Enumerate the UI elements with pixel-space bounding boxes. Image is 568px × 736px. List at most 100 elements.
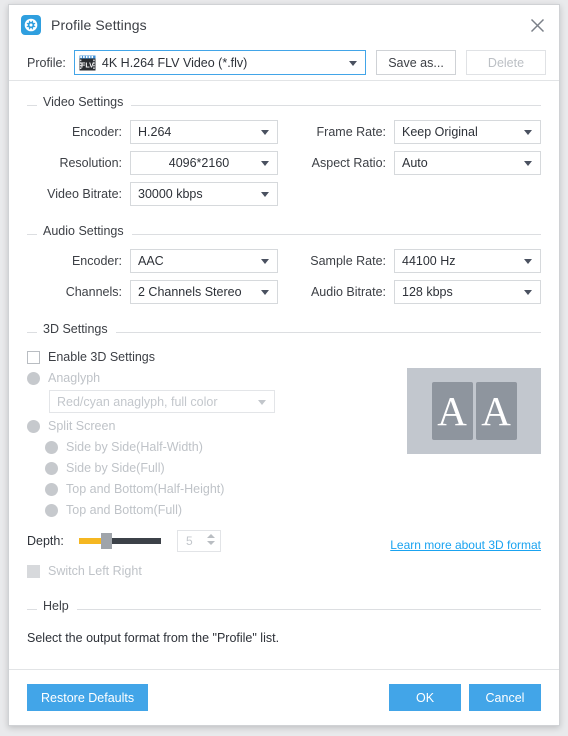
- video-bitrate-select[interactable]: 30000 kbps: [130, 182, 278, 206]
- split-screen-label: Split Screen: [48, 419, 116, 433]
- svg-text:FLV: FLV: [81, 62, 94, 69]
- field-label: Video Bitrate:: [47, 187, 122, 201]
- profile-selected-value: 4K H.264 FLV Video (*.flv): [101, 55, 248, 70]
- field-value: Keep Original: [402, 125, 478, 139]
- title-bar: Profile Settings: [9, 5, 559, 45]
- split-option-label: Side by Side(Full): [66, 461, 165, 475]
- split-option-row: Top and Bottom(Full): [27, 500, 541, 520]
- top-and-bottom-half-height-radio[interactable]: [45, 482, 58, 496]
- three-d-settings-legend-label: 3D Settings: [43, 322, 108, 336]
- audio-settings-group: Audio Settings Encoder: AAC Sample Rate:: [27, 224, 541, 304]
- form-row: Encoder: AAC Sample Rate: 44100 Hz: [27, 249, 541, 273]
- form-row: Channels: 2 Channels Stereo Audio Bitrat…: [27, 280, 541, 304]
- profile-bar: Profile: FLV 4K H.264 FLV Video (*.flv) …: [9, 45, 559, 81]
- chevron-down-icon: [261, 259, 269, 264]
- anaglyph-radio[interactable]: [27, 371, 40, 385]
- profile-select[interactable]: FLV 4K H.264 FLV Video (*.flv): [73, 50, 366, 75]
- stepper-arrows: [207, 534, 215, 545]
- dialog-footer: Restore Defaults OK Cancel: [9, 669, 559, 725]
- help-legend-label: Help: [43, 599, 69, 613]
- form-row: Resolution: 4096*2160 Aspect Ratio: Auto: [27, 151, 541, 175]
- split-option-label: Side by Side(Half-Width): [66, 440, 203, 454]
- page-title: Profile Settings: [51, 17, 147, 33]
- resolution-select[interactable]: 4096*2160: [130, 151, 278, 175]
- profile-label: Profile:: [27, 55, 66, 70]
- help-legend: Help: [27, 599, 541, 613]
- field-video-bitrate: Video Bitrate: 30000 kbps: [27, 182, 312, 206]
- field-label: Aspect Ratio:: [311, 156, 386, 170]
- top-and-bottom-full-radio[interactable]: [45, 503, 58, 517]
- flv-file-icon: FLV: [79, 55, 96, 71]
- film-reel-icon: [21, 15, 41, 35]
- split-option-row: Side by Side(Full): [27, 458, 541, 478]
- chevron-down-icon: [524, 290, 532, 295]
- field-value: 30000 kbps: [138, 187, 203, 201]
- slider-fill: [79, 538, 103, 544]
- anaglyph-select-value: Red/cyan anaglyph, full color: [57, 394, 218, 409]
- chevron-down-icon: [258, 399, 266, 405]
- side-by-side-full-radio[interactable]: [45, 461, 58, 475]
- split-screen-radio[interactable]: [27, 419, 40, 433]
- field-label: Encoder:: [71, 254, 122, 268]
- delete-button[interactable]: Delete: [466, 50, 546, 75]
- chevron-down-icon[interactable]: [207, 541, 215, 545]
- chevron-down-icon: [261, 290, 269, 295]
- aspect-ratio-select[interactable]: Auto: [394, 151, 541, 175]
- chevron-down-icon: [524, 259, 532, 264]
- help-group: Help Select the output format from the "…: [27, 599, 541, 645]
- learn-more-3d-link[interactable]: Learn more about 3D format: [390, 538, 541, 552]
- chevron-up-icon[interactable]: [207, 534, 215, 538]
- field-value: 2 Channels Stereo: [138, 285, 242, 299]
- field-value: 128 kbps: [402, 285, 453, 299]
- video-encoder-select[interactable]: H.264: [130, 120, 278, 144]
- side-by-side-half-width-radio[interactable]: [45, 440, 58, 454]
- save-as-button[interactable]: Save as...: [376, 50, 456, 75]
- depth-stepper[interactable]: 5: [177, 530, 221, 552]
- three-d-settings-legend: 3D Settings: [27, 322, 541, 336]
- depth-label: Depth:: [27, 534, 64, 548]
- form-row: Video Bitrate: 30000 kbps: [27, 182, 541, 206]
- field-sample-rate: Sample Rate: 44100 Hz: [298, 249, 541, 273]
- switch-left-right-checkbox[interactable]: [27, 564, 40, 578]
- field-value: 4096*2160: [168, 156, 230, 170]
- field-label: Sample Rate:: [310, 254, 386, 268]
- restore-defaults-button[interactable]: Restore Defaults: [27, 684, 149, 711]
- switch-left-right-row: Switch Left Right: [27, 561, 541, 581]
- field-value: AAC: [138, 254, 164, 268]
- chevron-down-icon: [261, 130, 269, 135]
- field-audio-encoder: Encoder: AAC: [27, 249, 298, 273]
- three-d-preview: A A: [407, 368, 541, 454]
- slider-thumb[interactable]: [101, 533, 112, 549]
- switch-left-right-label: Switch Left Right: [48, 564, 142, 578]
- chevron-down-icon: [261, 192, 269, 197]
- chevron-down-icon: [524, 130, 532, 135]
- split-option-label: Top and Bottom(Half-Height): [66, 482, 225, 496]
- close-icon[interactable]: [523, 11, 551, 39]
- audio-bitrate-select[interactable]: 128 kbps: [394, 280, 541, 304]
- ok-button[interactable]: OK: [389, 684, 461, 711]
- anaglyph-select[interactable]: Red/cyan anaglyph, full color: [49, 390, 275, 413]
- field-resolution: Resolution: 4096*2160: [27, 151, 298, 175]
- cancel-button[interactable]: Cancel: [469, 684, 541, 711]
- depth-slider[interactable]: [79, 532, 161, 550]
- field-value: Auto: [402, 156, 428, 170]
- frame-rate-select[interactable]: Keep Original: [394, 120, 541, 144]
- enable-3d-checkbox[interactable]: [27, 350, 40, 364]
- preview-letter-right: A: [475, 382, 517, 440]
- video-settings-legend: Video Settings: [27, 95, 541, 109]
- field-label: Frame Rate:: [316, 125, 386, 139]
- chevron-down-icon: [261, 161, 269, 166]
- sample-rate-select[interactable]: 44100 Hz: [394, 249, 541, 273]
- field-label: Resolution:: [59, 156, 122, 170]
- video-settings-fields: Encoder: H.264 Frame Rate: Keep Original: [27, 120, 541, 206]
- audio-encoder-select[interactable]: AAC: [130, 249, 278, 273]
- channels-select[interactable]: 2 Channels Stereo: [130, 280, 278, 304]
- audio-settings-legend: Audio Settings: [27, 224, 541, 238]
- chevron-down-icon: [349, 60, 357, 66]
- field-value: 44100 Hz: [402, 254, 456, 268]
- help-text: Select the output format from the "Profi…: [27, 631, 280, 645]
- depth-value: 5: [186, 534, 193, 548]
- field-label: Audio Bitrate:: [310, 285, 386, 299]
- enable-3d-row: Enable 3D Settings: [27, 347, 541, 367]
- video-settings-legend-label: Video Settings: [43, 95, 124, 109]
